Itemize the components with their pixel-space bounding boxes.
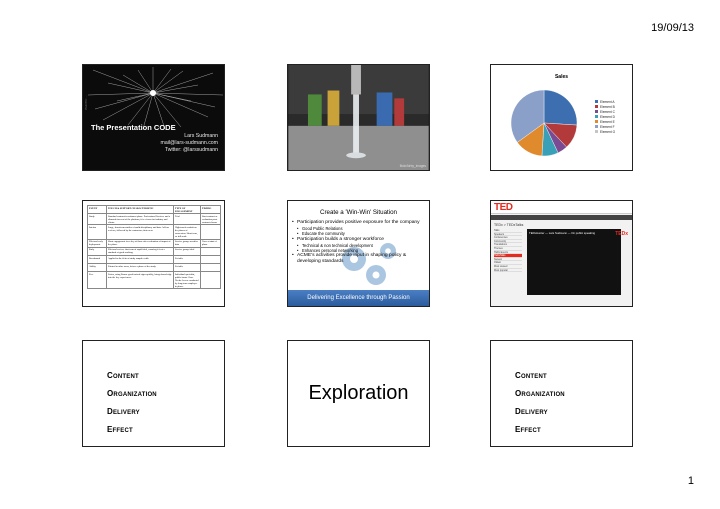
chart-legend: Element A Element B Element C Element D Elem… bbox=[595, 99, 615, 134]
table-cell: Interim bbox=[87, 224, 107, 240]
table-cell: Pilot and early deployment bbox=[87, 238, 107, 248]
legend-swatch bbox=[595, 125, 598, 128]
slide-thumbnail-7[interactable]: Content Organization Delivery Effect bbox=[82, 340, 225, 447]
table-cell bbox=[200, 246, 221, 256]
list-item: Effect bbox=[107, 425, 133, 434]
site-nav-bar bbox=[491, 215, 632, 220]
list-item: Organization bbox=[107, 389, 157, 398]
slide-thumbnail-8[interactable]: Exploration bbox=[287, 340, 430, 447]
presenter-twitter: Twitter: @larssudmann bbox=[164, 147, 218, 153]
table-cell: Individual specialist, public forms. Onc… bbox=[173, 270, 201, 290]
bullet-item: ACME's activities provide input in shapi… bbox=[292, 253, 429, 265]
pie-slice bbox=[543, 89, 578, 126]
table-cell: Start contract or evaluation post-contra… bbox=[200, 213, 221, 226]
list-item: Delivery bbox=[515, 407, 548, 416]
legend-label: Element C bbox=[600, 109, 615, 114]
table-row: Ability Pointed to other areas, before a … bbox=[87, 262, 221, 272]
ted-logo: TED bbox=[494, 202, 513, 213]
legend-label: Element G bbox=[600, 129, 616, 134]
sink-faucet-photo bbox=[288, 65, 429, 170]
slide-thumbnail-5[interactable]: Create a 'Win-Win' Situation Participati… bbox=[287, 200, 430, 307]
table-cell: Large, short-term studies of multi-disci… bbox=[106, 224, 174, 240]
engagement-table: EVENT TOUCH & SUPPORT CHARACTERISTIC TYP… bbox=[87, 204, 221, 290]
table-cell: Benchmark bbox=[87, 254, 107, 264]
list-item: Organization bbox=[515, 389, 565, 398]
list-item: Delivery bbox=[107, 407, 140, 416]
table-cell: Periodic bbox=[173, 262, 201, 272]
table-header-row: EVENT TOUCH & SUPPORT CHARACTERISTIC TYP… bbox=[87, 204, 221, 215]
legend-label: Element D bbox=[600, 114, 615, 119]
print-date: 19/09/13 bbox=[651, 22, 694, 34]
slide-banner: Delivering Excellence through Passion bbox=[288, 290, 429, 306]
photo-credit: PHOTO: ... bbox=[84, 95, 88, 110]
table-cell: Peer bbox=[87, 270, 107, 290]
table-cell: Trial bbox=[173, 213, 201, 226]
table-cell bbox=[200, 270, 221, 290]
table-cell: Study bbox=[87, 213, 107, 226]
legend-swatch bbox=[595, 100, 598, 103]
table-cell: Once at start of phase bbox=[200, 238, 221, 248]
video-title: TEDxHunter — Lars Sudmann — On public sp… bbox=[529, 231, 596, 235]
column-header: TIMING bbox=[200, 204, 221, 215]
legend-swatch bbox=[595, 110, 598, 113]
list-item: Content bbox=[107, 371, 139, 380]
code-list: Content Organization Delivery Effect bbox=[515, 367, 565, 439]
legend-swatch bbox=[595, 130, 598, 133]
legend-label: Element A bbox=[600, 99, 615, 104]
slide-title: The Presentation CODE bbox=[91, 123, 176, 132]
presenter-name: Lars Sudmann bbox=[184, 133, 218, 139]
tedx-logo: TEDx bbox=[615, 231, 628, 237]
legend-item: Element G bbox=[595, 129, 615, 134]
slide-thumbnail-9[interactable]: Content Organization Delivery Effect bbox=[490, 340, 633, 447]
slide-title: Exploration bbox=[308, 382, 409, 404]
page-subtitle: TEDx > TEDxTalks bbox=[494, 223, 524, 227]
list-item: Effect bbox=[515, 425, 541, 434]
slide-thumbnail-1[interactable]: PHOTO: ... The Presentation CODE Lars Su… bbox=[82, 64, 225, 171]
table-cell: Ability bbox=[87, 262, 107, 272]
column-header: EVENT bbox=[87, 204, 107, 215]
legend-label: Element F bbox=[600, 124, 615, 129]
slide-thumbnail-6[interactable]: TED TEDx > TEDxTalks Talks Speakers Confer… bbox=[490, 200, 633, 307]
column-header: TOUCH & SUPPORT CHARACTERISTIC bbox=[106, 204, 174, 215]
table-cell: High-touch conduit on the phases of conv… bbox=[173, 224, 201, 240]
legend-label: Element B bbox=[600, 104, 615, 109]
table-row: Peer Listen, using Ensure good trained si… bbox=[87, 270, 221, 290]
presenter-email: mail@lars-sudmann.com bbox=[160, 140, 218, 146]
table-row: Pilot and early deployment Short engageme… bbox=[87, 238, 221, 248]
column-header: TYPE OF ENGAGEMENT bbox=[173, 204, 201, 215]
legend-swatch bbox=[595, 120, 598, 123]
table-cell: Listen, using Ensure good trained signs … bbox=[106, 270, 174, 290]
contact-block: Lars Sudmann mail@lars-sudmann.com Twitt… bbox=[161, 133, 218, 154]
photo-credit: flickr/kirby_images bbox=[399, 164, 426, 168]
code-list: Content Organization Delivery Effect bbox=[107, 367, 157, 439]
table-cell: Applied to the fit in of study samples w… bbox=[106, 254, 174, 264]
table-cell bbox=[200, 262, 221, 272]
slide-thumbnail-2[interactable]: flickr/kirby_images bbox=[287, 64, 430, 171]
sidebar-menu: Talks Speakers Conferences Community Transla… bbox=[494, 229, 522, 273]
legend-swatch bbox=[595, 105, 598, 108]
table-cell: Short engagement for a key of those afte… bbox=[106, 238, 174, 248]
table-row: Early Pilot and review; first term of rap… bbox=[87, 246, 221, 256]
sidebar-item: Most popular bbox=[494, 269, 522, 273]
slide-thumbnail-3[interactable]: Sales Element A Element B Element C Element… bbox=[490, 64, 633, 171]
legend-swatch bbox=[595, 115, 598, 118]
legend-label: Element E bbox=[600, 119, 615, 124]
table-cell: Periodic bbox=[173, 254, 201, 264]
table-cell bbox=[200, 254, 221, 264]
table-cell: Service group; sensitive data bbox=[173, 238, 201, 248]
table-cell: Pilot and review; first term of rapid id… bbox=[106, 246, 174, 256]
slide-thumbnail-4[interactable]: EVENT TOUCH & SUPPORT CHARACTERISTIC TYP… bbox=[82, 200, 225, 307]
bullet-list: Participation provides positive exposure… bbox=[292, 220, 429, 265]
page-number: 1 bbox=[687, 475, 694, 487]
table-row: Study Standard contract/recruitment phase… bbox=[87, 213, 221, 226]
table-row: Benchmark Applied to the fit in of study … bbox=[87, 254, 221, 264]
video-player bbox=[527, 229, 621, 295]
table-cell: Pointed to other areas, before a phase o… bbox=[106, 262, 174, 272]
table-cell: Service group; ideal bbox=[173, 246, 201, 256]
table-row: Interim Large, short-term studies of mult… bbox=[87, 224, 221, 240]
table-cell: Early bbox=[87, 246, 107, 256]
table-cell: Standard contract/recruitment phase. Pro… bbox=[106, 213, 174, 226]
list-item: Content bbox=[515, 371, 547, 380]
table-cell bbox=[200, 224, 221, 240]
